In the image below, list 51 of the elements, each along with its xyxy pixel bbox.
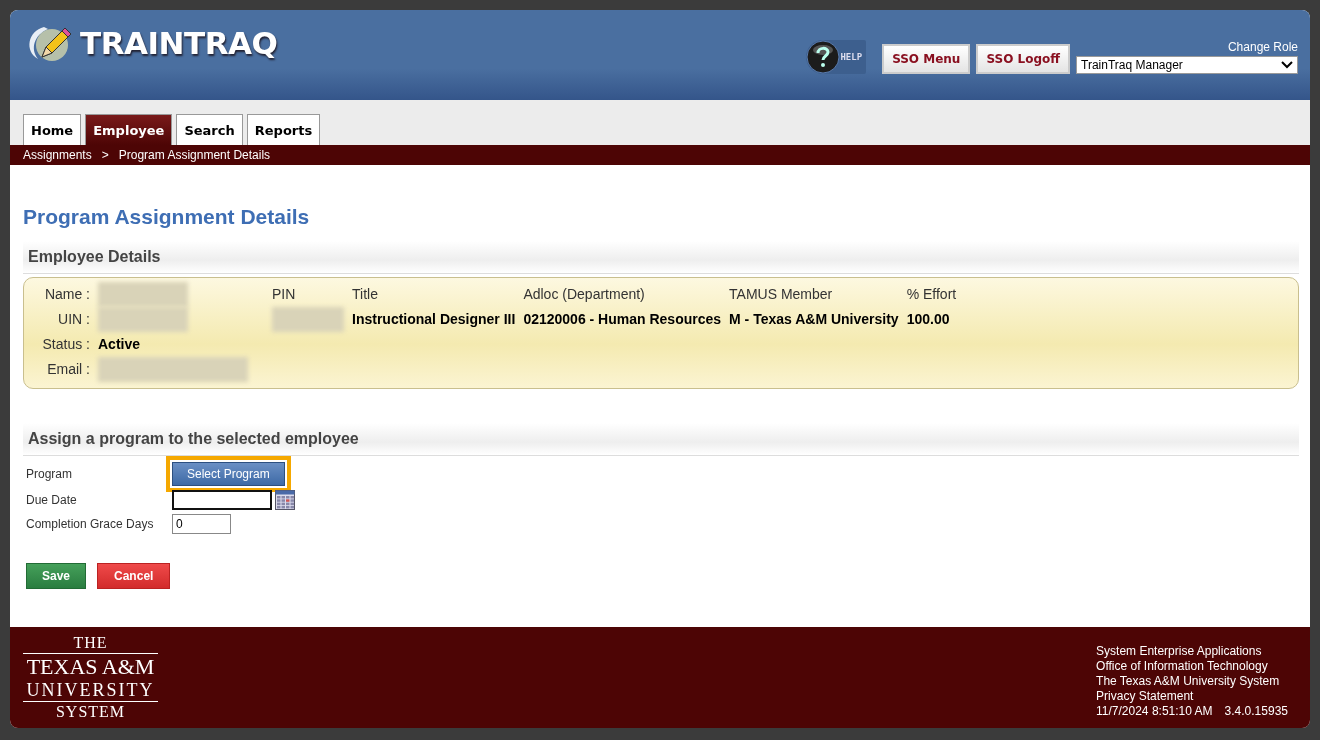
breadcrumb-separator: > [101,148,109,162]
field-label: Email : [46,360,91,379]
breadcrumb-link[interactable]: Assignments [23,148,92,162]
select-program-button[interactable]: Select Program [172,462,285,486]
nav-tab[interactable]: Employee [85,114,173,145]
column-value: M - Texas A&M University [729,310,899,329]
column-value: Instructional Designer III [352,310,516,329]
privacy-link[interactable]: Privacy Statement [1096,689,1288,704]
sso-button[interactable]: SSO Menu [882,44,971,74]
help-button[interactable]: HELP [806,40,867,74]
column-header: PIN [272,285,297,304]
breadcrumb-link[interactable]: Program Assignment Details [118,148,271,162]
field-label: Program [26,467,73,481]
role-label: Change Role [1227,40,1298,54]
section-heading: Assign a program to the selected employee [23,423,1299,456]
footer-text: Office of Information Technology [1096,659,1269,674]
field-label: Name : [43,285,91,304]
footer-logo-text: UNIVERSITY [25,679,156,702]
cancel-button[interactable]: Cancel [97,563,171,589]
footer-text: System Enterprise Applications [1096,644,1263,659]
version-number: 3.4.0.15935 [1224,704,1288,719]
page-title: Program Assignment Details [23,205,311,229]
column-value: 02120006 - Human Resources [523,310,722,329]
field-label: UIN : [57,310,91,329]
grace-days-field[interactable]: 0 [172,514,231,534]
column-value: 100.00 [906,310,951,329]
sso-button[interactable]: SSO Logoff [976,44,1070,74]
footer-logo-text: TEXAS A&M [25,653,156,680]
role-select[interactable]: TrainTraq Manager [1076,56,1298,74]
footer-logo-text: THE [23,632,158,654]
footer-logo-text: SYSTEM [23,701,158,723]
app-logo: TRAINTRAQ [80,24,278,61]
nav-tab[interactable]: Search [176,114,243,145]
section-heading: Employee Details [23,241,1299,274]
column-header: TAMUS Member [729,285,834,304]
chevron-down-icon [1281,61,1293,69]
field-label: Completion Grace Days [26,517,155,531]
field-label: Due Date [26,493,78,507]
date-field[interactable] [172,490,272,510]
save-button[interactable]: Save [26,563,87,589]
timestamp: 11/7/2024 8:51:10 AM [1096,704,1213,719]
field-label: Status : [41,335,91,354]
footer-text: The Texas A&M University System [1096,674,1281,689]
field-value: Active [98,335,142,354]
nav-tab[interactable]: Home [23,114,82,145]
column-header: % Effort [906,285,957,304]
help-icon [806,40,841,74]
column-header: Adloc (Department) [523,285,646,304]
nav-tab[interactable]: Reports [246,114,321,145]
column-header: Title [352,285,379,304]
calendar-icon[interactable] [275,490,295,510]
